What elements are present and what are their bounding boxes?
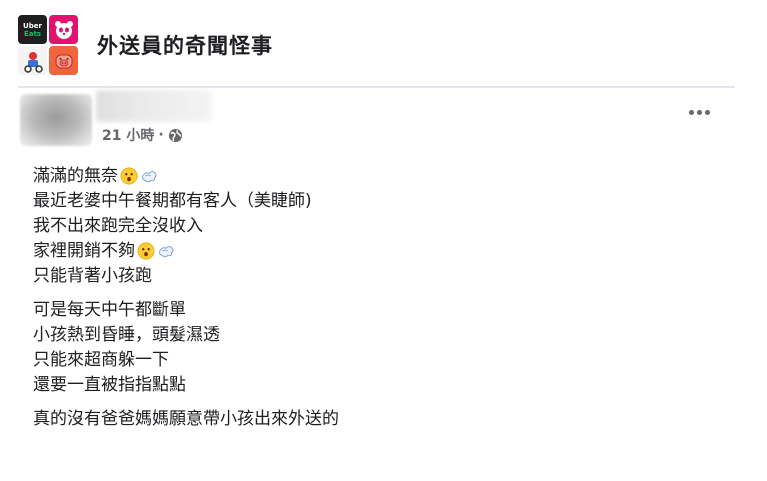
post-text-line: 可是每天中午都斷單 (33, 298, 339, 323)
post-line-text: 我不出來跑完全沒收入 (33, 216, 203, 236)
post-card: 21 小時 · 滿滿的無奈最近老婆中午餐期都有客人（美睫師) 我不出來跑完全沒收入… (0, 88, 767, 481)
post-text-line: 還要一直被指指點點 (33, 373, 339, 398)
post-line-text: 滿滿的無奈 (33, 166, 118, 186)
panda-icon (54, 20, 73, 39)
post-text-line: 小孩熱到昏睡，頭髮濕透 (33, 323, 339, 348)
pig-face-icon (55, 54, 72, 68)
post-line-text: 只能背著小孩跑 (33, 266, 152, 286)
author-name-blurred[interactable] (96, 90, 212, 122)
dash-emoji (138, 164, 158, 189)
hushed-face-emoji (118, 164, 138, 189)
post-paragraph: 滿滿的無奈最近老婆中午餐期都有客人（美睫師) 我不出來跑完全沒收入 家裡開銷不夠 只能… (33, 164, 339, 289)
post-text-line: 滿滿的無奈 (33, 164, 339, 189)
post-line-text: 真的沒有爸爸媽媽願意帶小孩出來外送的 (33, 409, 339, 429)
post-text-line: 真的沒有爸爸媽媽願意帶小孩出來外送的 (33, 407, 339, 432)
post-paragraph: 真的沒有爸爸媽媽願意帶小孩出來外送的 (33, 407, 339, 432)
post-meta: 21 小時 · (102, 125, 183, 145)
post-body: 滿滿的無奈 最近老婆中午餐期都有客人（美睫師) 我不出來跑完全沒收入 家裡開銷不夠 只能… (33, 164, 339, 441)
post-text-line: 家裡開銷不夠 (33, 239, 339, 264)
courier-logo-tile (18, 46, 47, 75)
author-avatar[interactable] (20, 94, 92, 146)
post-text-line: 只能來超商躲一下 (33, 348, 339, 373)
post-paragraph: 可是每天中午都斷單小孩熱到昏睡，頭髮濕透 只能來超商躲一下 還要一直被指指點點 (33, 298, 339, 398)
group-header: Uber Eats 外送員的奇聞怪事 (0, 0, 767, 86)
hushed-face-emoji (135, 239, 155, 264)
uber-eats-logo-tile: Uber Eats (18, 15, 47, 44)
post-line-text: 還要一直被指指點點 (33, 375, 186, 395)
foodpanda-logo-tile (49, 15, 78, 44)
courier-icon (23, 51, 43, 73)
uber-logo-text: Uber (23, 21, 42, 30)
post-timestamp[interactable]: 21 小時 (102, 125, 154, 145)
dash-emoji (155, 239, 175, 264)
post-line-text: 家裡開銷不夠 (33, 241, 135, 261)
pig-logo-tile (49, 46, 78, 75)
group-title[interactable]: 外送員的奇聞怪事 (97, 30, 273, 60)
globe-icon[interactable] (168, 128, 183, 143)
post-line-text: 可是每天中午都斷單 (33, 300, 186, 320)
group-logo[interactable]: Uber Eats (18, 15, 78, 75)
meta-separator: · (158, 127, 164, 143)
post-text-line: 只能背著小孩跑 (33, 264, 339, 289)
post-line-text: 只能來超商躲一下 (33, 350, 169, 370)
more-options-icon[interactable] (689, 110, 710, 115)
post-line-text: 小孩熱到昏睡，頭髮濕透 (33, 325, 220, 345)
post-text-line: 我不出來跑完全沒收入 (33, 214, 339, 239)
post-text-line: 最近老婆中午餐期都有客人（美睫師) (33, 189, 339, 214)
eats-logo-text: Eats (23, 29, 42, 38)
post-line-text: 最近老婆中午餐期都有客人（美睫師) (33, 191, 312, 211)
